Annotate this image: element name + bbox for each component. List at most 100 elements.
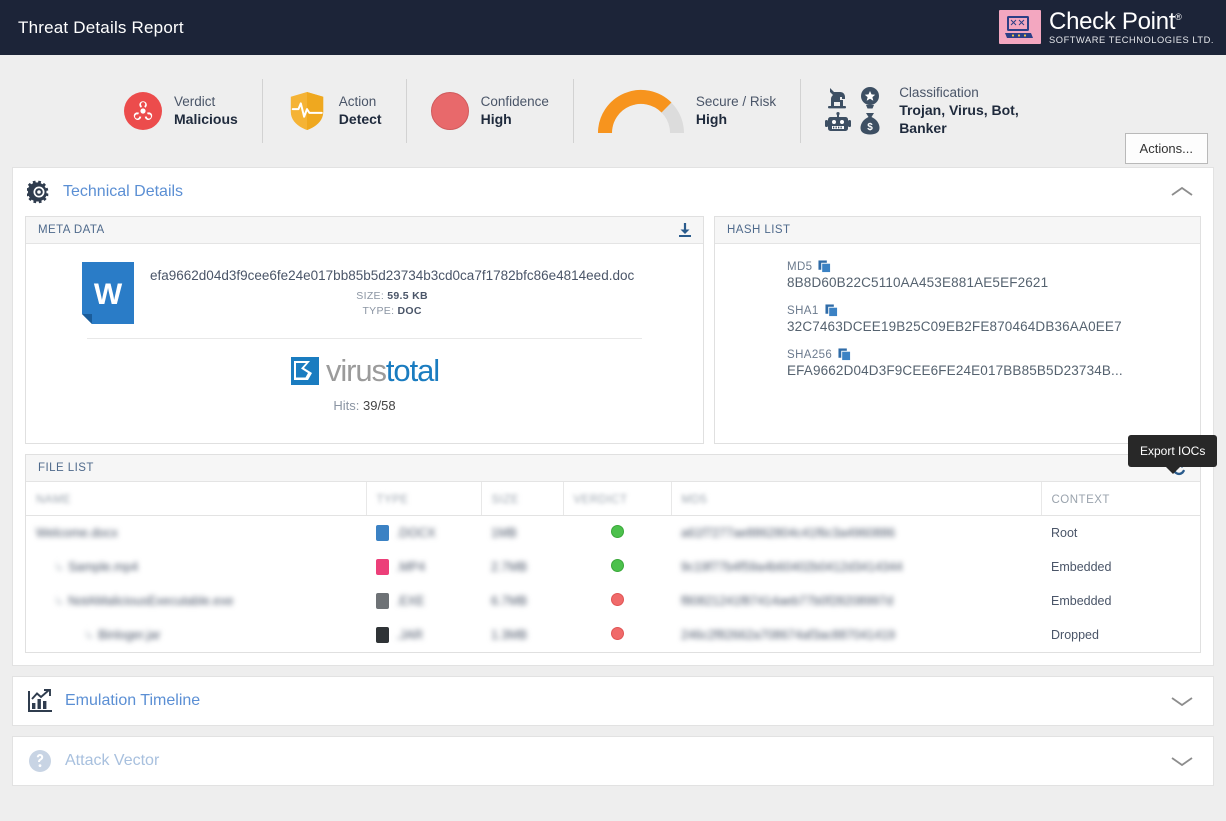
banker-money-bag-icon: $ xyxy=(860,113,880,135)
emulation-timeline-header[interactable]: Emulation Timeline xyxy=(13,677,1213,725)
file-context-cell: Dropped xyxy=(1051,628,1099,642)
file-name-cell: Welcome.docx xyxy=(36,526,118,540)
trojan-horse-icon xyxy=(828,88,847,109)
copy-icon[interactable] xyxy=(838,348,852,361)
technical-details-title: Technical Details xyxy=(63,183,184,200)
summary-label-classification: Classification xyxy=(899,85,979,101)
virustotal-logo-icon xyxy=(290,356,319,385)
hash-row-sha256: SHA256 EFA9662D04D3F9CEE6FE24E017BB85B5D… xyxy=(787,348,1200,378)
summary-label-risk: Secure / Risk xyxy=(695,94,777,110)
shield-pulse-icon xyxy=(290,91,323,131)
column-header-context[interactable]: CONTEXT xyxy=(1040,482,1200,516)
logo-name: Check Point xyxy=(1049,7,1176,35)
word-doc-icon: W xyxy=(82,262,134,324)
file-type-icon xyxy=(376,525,389,541)
hash-list-title: HASH LIST xyxy=(727,224,791,236)
risk-gauge-icon xyxy=(597,89,684,134)
file-name-cell: ↳ NotAMaliciousExecutable.exe xyxy=(54,594,234,608)
verdict-dot-benign xyxy=(610,559,624,572)
chevron-up-icon[interactable] xyxy=(1169,185,1195,199)
summary-value-action: Detect xyxy=(338,110,382,127)
file-context-cell: Embedded xyxy=(1051,594,1112,608)
virus-icon xyxy=(861,87,880,109)
copy-icon[interactable] xyxy=(825,304,838,317)
attack-vector-header[interactable]: Attack Vector xyxy=(13,737,1213,785)
page-title: Threat Details Report xyxy=(18,17,184,37)
hash-value-sha1: 32C7463DCEE19B25C09EB2FE870464DB36AA0EE7 xyxy=(787,319,1122,334)
threat-summary-bar: Verdict Malicious Action Detect Confiden… xyxy=(0,55,1226,167)
summary-item-classification: $ Classification Trojan, Virus, Bot, Ban… xyxy=(800,79,1068,143)
file-md5-cell: 246c2f82662a708674af3ac887041419 xyxy=(681,628,896,642)
chevron-down-icon[interactable] xyxy=(1169,694,1195,708)
file-type-cell: .DOCX xyxy=(396,526,436,540)
hash-value-md5: 8B8D60B22C5110AA453E881AE5EF2621 xyxy=(787,275,1049,290)
emulation-timeline-card: Emulation Timeline xyxy=(12,676,1214,726)
summary-item-verdict: Verdict Malicious xyxy=(100,79,262,143)
file-list-panel-header: FILE LIST xyxy=(26,455,1200,482)
classification-icons: $ xyxy=(825,86,887,136)
logo-registered-mark: ® xyxy=(1175,11,1182,22)
bot-icon xyxy=(825,112,852,131)
verdict-dot-malicious xyxy=(610,593,624,606)
file-list-table: NAME TYPE SIZE VERDICT MD5 CONTEXT Welco… xyxy=(26,482,1200,652)
meta-file-row: W efa9662d04d3f9cee6fe24e017bb85b5d23734… xyxy=(42,262,687,324)
file-md5-cell: a61f7277ae8862804c41f6c3a4960886 xyxy=(681,526,896,540)
confidence-circle-icon xyxy=(430,92,469,130)
file-list-panel: FILE LIST NAME TYPE SIZE VERDICT MD5 CON… xyxy=(25,454,1201,653)
export-iocs-tooltip: Export IOCs xyxy=(1128,435,1218,474)
column-header-md5[interactable]: MD5 xyxy=(670,482,1041,516)
column-header-verdict[interactable]: VERDICT xyxy=(562,482,671,516)
chart-trend-icon xyxy=(27,688,53,714)
hash-value-sha256: EFA9662D04D3F9CEE6FE24E017BB85B5D23734B.… xyxy=(787,363,1123,378)
summary-item-confidence: Confidence High xyxy=(405,79,573,143)
meta-file-name: efa9662d04d3f9cee6fe24e017bb85b5d23734b3… xyxy=(150,268,635,283)
hash-list-panel: HASH LIST MD5 8B8D60B22C5110AA453E881AE5… xyxy=(714,216,1201,444)
summary-value-risk: High xyxy=(695,110,728,127)
check-point-mark-icon xyxy=(999,10,1042,45)
attack-vector-card: Attack Vector xyxy=(12,736,1214,786)
file-md5-cell: f80821241f87414aeb77b0f28208997d xyxy=(681,594,894,608)
file-size-cell: 6.7MB xyxy=(491,594,528,608)
hash-label-sha1: SHA1 xyxy=(787,304,819,317)
meta-data-title: META DATA xyxy=(38,224,105,236)
column-header-size[interactable]: SIZE xyxy=(480,482,563,516)
file-context-cell: Root xyxy=(1051,526,1078,540)
summary-value-confidence: High xyxy=(480,110,512,127)
file-type-cell: .JAR xyxy=(396,628,424,642)
logo-tagline: SOFTWARE TECHNOLOGIES LTD. xyxy=(1049,34,1214,45)
table-row[interactable]: Welcome.docx .DOCX 1MB a61f7277ae8862804… xyxy=(26,516,1200,551)
summary-label-action: Action xyxy=(338,94,377,110)
attack-vector-title: Attack Vector xyxy=(65,752,160,769)
meta-type-value: DOC xyxy=(397,305,422,318)
technical-details-card: Technical Details META DATA W efa9662d04… xyxy=(12,167,1214,666)
hash-list-panel-header: HASH LIST xyxy=(715,217,1200,244)
technical-details-header[interactable]: Technical Details xyxy=(13,168,1213,216)
copy-icon[interactable] xyxy=(818,260,832,273)
table-row[interactable]: ↳ NotAMaliciousExecutable.exe .EXE 6.7MB … xyxy=(26,584,1200,618)
download-icon[interactable] xyxy=(677,222,693,238)
table-row[interactable]: ↳ Binloger.jar .JAR 1.3MB 246c2f82662a708… xyxy=(26,618,1200,652)
summary-label-verdict: Verdict xyxy=(174,94,216,110)
meta-data-panel: META DATA W efa9662d04d3f9cee6fe24e017bb… xyxy=(25,216,704,444)
svg-text:W: W xyxy=(94,278,123,311)
file-type-icon xyxy=(376,593,389,609)
file-name-cell: ↳ Sample.mp4 xyxy=(54,560,139,574)
attack-vector-icon xyxy=(27,748,53,774)
file-size-cell: 2.7MB xyxy=(491,560,528,574)
file-size-cell: 1.3MB xyxy=(491,628,528,642)
actions-button[interactable]: Actions... xyxy=(1124,133,1208,164)
summary-value-classification: Trojan, Virus, Bot, Banker xyxy=(899,101,1019,136)
file-type-cell: .EXE xyxy=(396,594,425,608)
verdict-dot-benign xyxy=(610,525,624,538)
file-md5-cell: 9c19f77b4f59a4b60402b0412d3414344 xyxy=(681,560,903,574)
table-row[interactable]: ↳ Sample.mp4 .MP4 2.7MB 9c19f77b4f59a4b60… xyxy=(26,550,1200,584)
virustotal-text-virus: virus xyxy=(325,353,387,388)
gear-icon xyxy=(27,180,51,204)
hash-row-md5: MD5 8B8D60B22C5110AA453E881AE5EF2621 xyxy=(787,260,1200,290)
chevron-down-icon[interactable] xyxy=(1169,754,1195,768)
column-header-type[interactable]: TYPE xyxy=(365,482,481,516)
column-header-name[interactable]: NAME xyxy=(26,482,366,516)
virustotal-block: virustotal Hits: 39/58 xyxy=(42,339,687,413)
virustotal-text-total: total xyxy=(385,353,440,388)
hash-row-sha1: SHA1 32C7463DCEE19B25C09EB2FE870464DB36A… xyxy=(787,304,1200,334)
